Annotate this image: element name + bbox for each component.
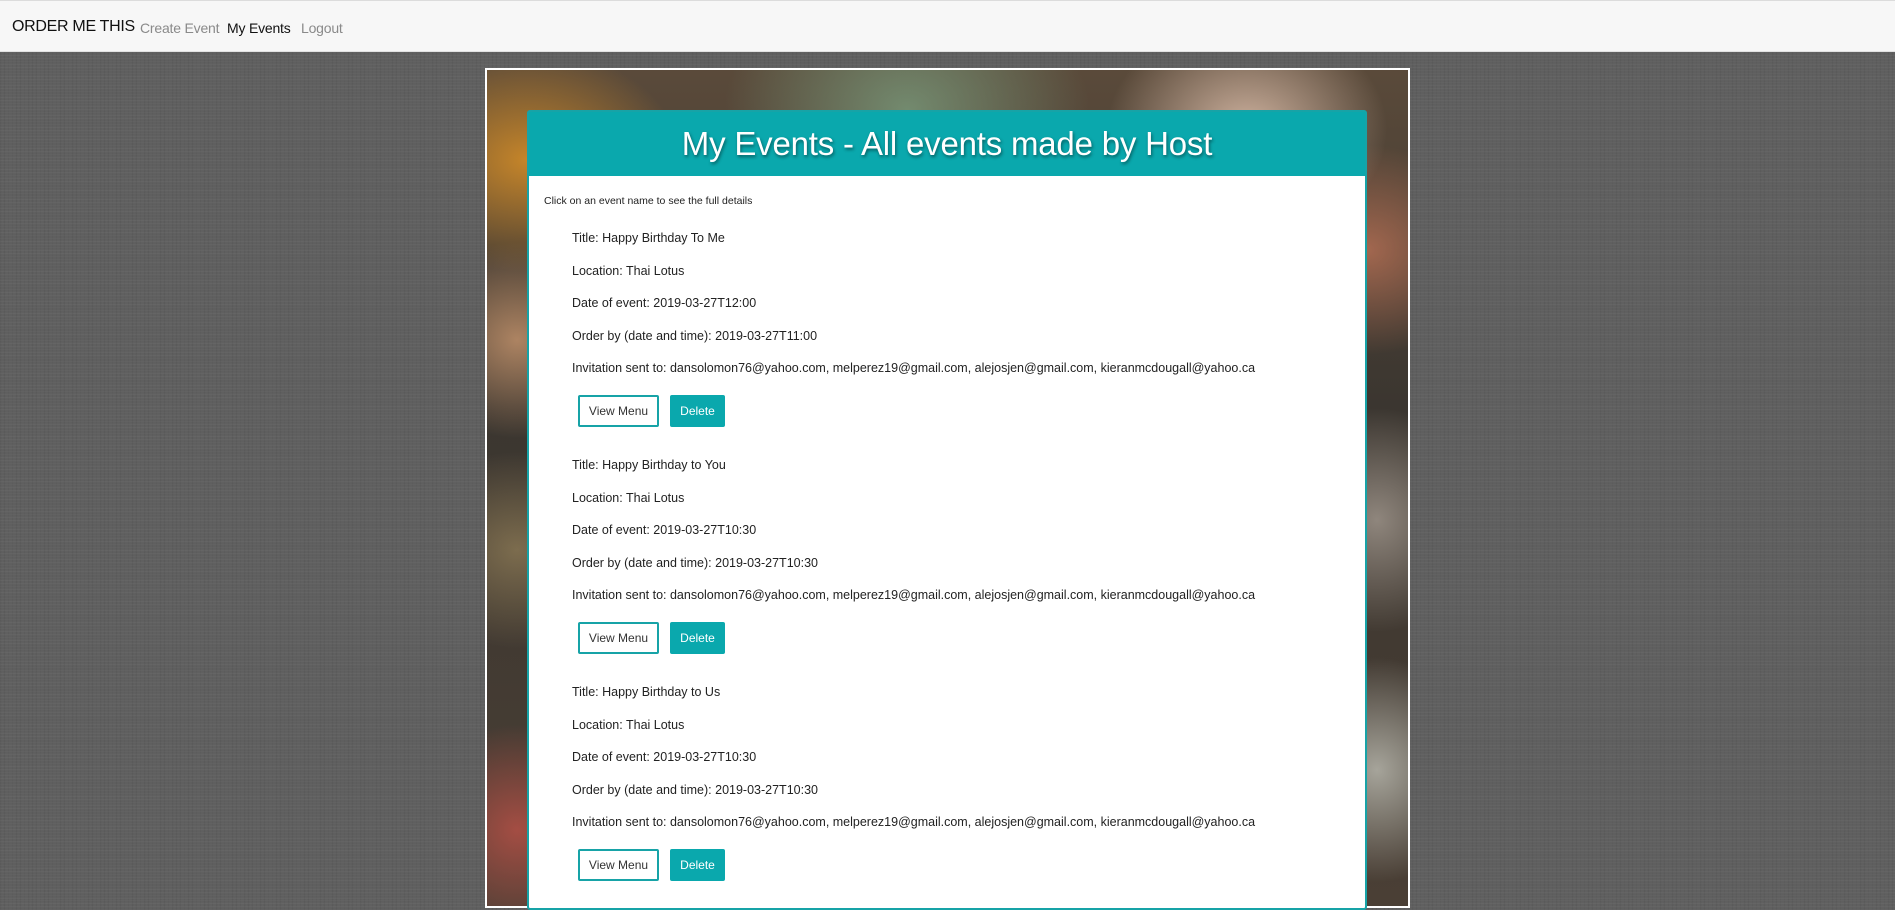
instruction-text: Click on an event name to see the full d… — [544, 195, 753, 207]
event-title[interactable]: Title: Happy Birthday to You — [572, 457, 1352, 490]
event-actions: View Menu Delete — [572, 848, 1352, 885]
event-date: Date of event: 2019-03-27T10:30 — [572, 750, 757, 764]
event-date: Date of event: 2019-03-27T12:00 — [572, 296, 757, 310]
event-order-by: Order by (date and time): 2019-03-27T10:… — [572, 782, 818, 797]
event-item: Title: Happy Birthday to Us Location: Th… — [572, 684, 1352, 885]
event-location: Location: Thai Lotus — [572, 717, 685, 732]
event-title[interactable]: Title: Happy Birthday To Me — [572, 230, 1352, 263]
top-navbar: ORDER ME THIS Create Event My Events Log… — [0, 0, 1895, 52]
event-invitations: Invitation sent to: dansolomon76@yahoo.c… — [572, 361, 1256, 375]
event-title[interactable]: Title: Happy Birthday to Us — [572, 684, 1352, 717]
view-menu-button[interactable]: View Menu — [578, 848, 659, 881]
nav-my-events[interactable]: My Events — [227, 20, 291, 36]
delete-button[interactable]: Delete — [670, 394, 725, 427]
event-invitations: Invitation sent to: dansolomon76@yahoo.c… — [572, 588, 1256, 602]
nav-logout[interactable]: Logout — [301, 20, 343, 36]
event-location: Location: Thai Lotus — [572, 490, 685, 505]
event-order-by: Order by (date and time): 2019-03-27T11:… — [572, 328, 818, 343]
event-actions: View Menu Delete — [572, 394, 1352, 431]
event-actions: View Menu Delete — [572, 621, 1352, 658]
event-location: Location: Thai Lotus — [572, 263, 685, 278]
event-invitations: Invitation sent to: dansolomon76@yahoo.c… — [572, 815, 1256, 829]
delete-button[interactable]: Delete — [670, 621, 725, 654]
view-menu-button[interactable]: View Menu — [578, 394, 659, 427]
events-card: My Events - All events made by Host Clic… — [527, 110, 1367, 910]
brand-logo[interactable]: ORDER ME THIS — [12, 18, 135, 36]
event-order-by: Order by (date and time): 2019-03-27T10:… — [572, 555, 818, 570]
nav-create-event[interactable]: Create Event — [140, 20, 220, 36]
event-date: Date of event: 2019-03-27T10:30 — [572, 523, 757, 537]
event-item: Title: Happy Birthday to You Location: T… — [572, 457, 1352, 658]
view-menu-button[interactable]: View Menu — [578, 621, 659, 654]
delete-button[interactable]: Delete — [670, 848, 725, 881]
event-item: Title: Happy Birthday To Me Location: Th… — [572, 230, 1352, 431]
page-title: My Events - All events made by Host — [529, 112, 1365, 176]
